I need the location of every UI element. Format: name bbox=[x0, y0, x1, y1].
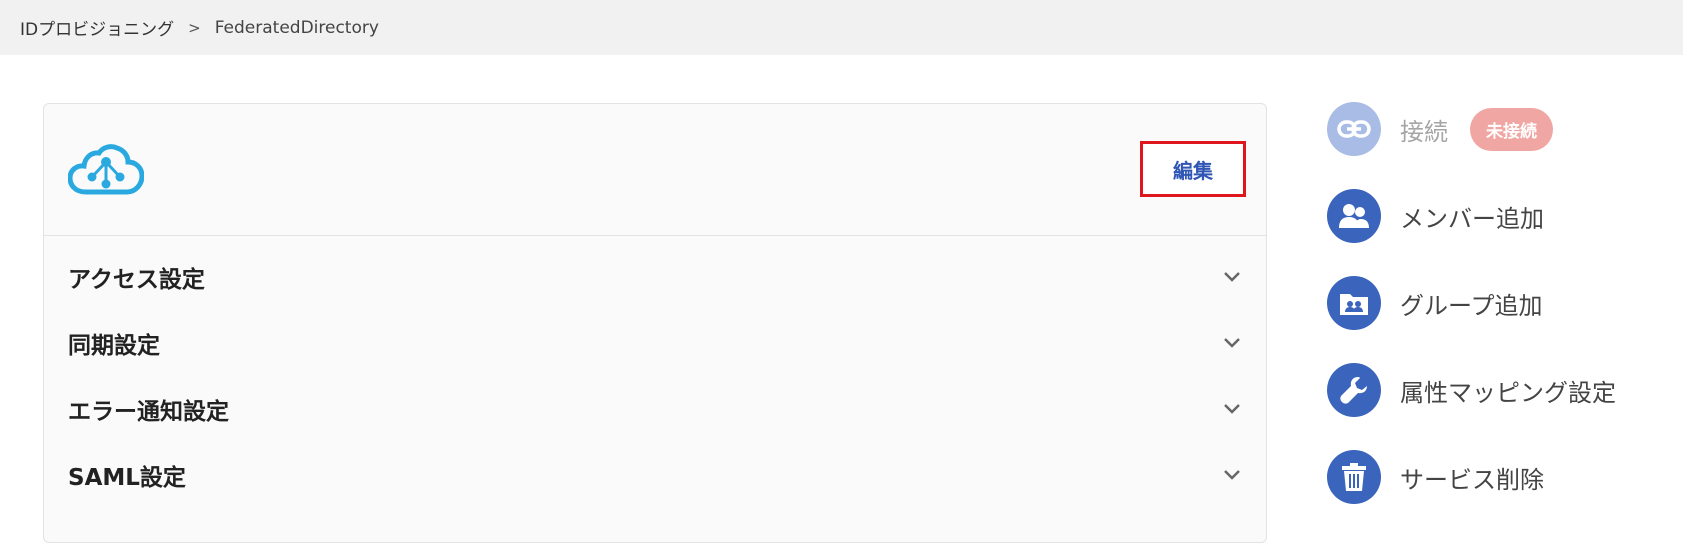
section-sync-settings[interactable]: 同期設定 bbox=[44, 310, 1266, 376]
add-member-action[interactable]: メンバー追加 bbox=[1327, 189, 1616, 243]
section-title: SAML設定 bbox=[68, 465, 186, 491]
edit-button-label: 編集 bbox=[1173, 158, 1213, 183]
add-member-label[interactable]: メンバー追加 bbox=[1400, 199, 1544, 234]
action-list: 接続 未接続 メンバー追加 グループ追加 属性マッピング設定 サービス削除 bbox=[1327, 102, 1616, 537]
chevron-down-icon[interactable] bbox=[1222, 467, 1242, 483]
status-badge: 未接続 bbox=[1470, 107, 1553, 151]
connect-action[interactable]: 接続 未接続 bbox=[1327, 102, 1616, 156]
connect-label[interactable]: 接続 bbox=[1400, 112, 1448, 147]
section-access-settings[interactable]: アクセス設定 bbox=[44, 244, 1266, 310]
group-folder-icon[interactable] bbox=[1327, 276, 1381, 330]
link-icon[interactable] bbox=[1327, 102, 1381, 156]
federated-directory-cloud-logo bbox=[68, 144, 144, 195]
breadcrumb-current: FederatedDirectory bbox=[214, 17, 379, 38]
section-title: エラー通知設定 bbox=[68, 399, 229, 425]
attribute-mapping-action[interactable]: 属性マッピング設定 bbox=[1327, 363, 1616, 417]
add-group-label[interactable]: グループ追加 bbox=[1400, 286, 1543, 321]
chevron-down-icon[interactable] bbox=[1222, 401, 1242, 417]
attribute-mapping-label[interactable]: 属性マッピング設定 bbox=[1400, 373, 1616, 408]
card-header: 編集 bbox=[44, 104, 1266, 236]
section-title: 同期設定 bbox=[68, 333, 160, 359]
breadcrumb-separator: > bbox=[188, 18, 201, 37]
breadcrumb-root[interactable]: IDプロビジョニング bbox=[20, 15, 174, 40]
users-icon[interactable] bbox=[1327, 189, 1381, 243]
edit-button[interactable]: 編集 bbox=[1140, 141, 1246, 197]
delete-service-action[interactable]: サービス削除 bbox=[1327, 450, 1616, 504]
chevron-down-icon[interactable] bbox=[1222, 335, 1242, 351]
breadcrumb: IDプロビジョニング > FederatedDirectory bbox=[0, 0, 1683, 55]
chevron-down-icon[interactable] bbox=[1222, 269, 1242, 285]
section-saml-settings[interactable]: SAML設定 bbox=[44, 442, 1266, 508]
section-error-notification-settings[interactable]: エラー通知設定 bbox=[44, 376, 1266, 442]
add-group-action[interactable]: グループ追加 bbox=[1327, 276, 1616, 330]
service-card: 編集 アクセス設定 同期設定 エラー通知設定 SAML設定 bbox=[43, 103, 1267, 543]
trash-icon[interactable] bbox=[1327, 450, 1381, 504]
section-title: アクセス設定 bbox=[68, 267, 205, 293]
wrench-icon[interactable] bbox=[1327, 363, 1381, 417]
delete-service-label[interactable]: サービス削除 bbox=[1400, 460, 1544, 495]
